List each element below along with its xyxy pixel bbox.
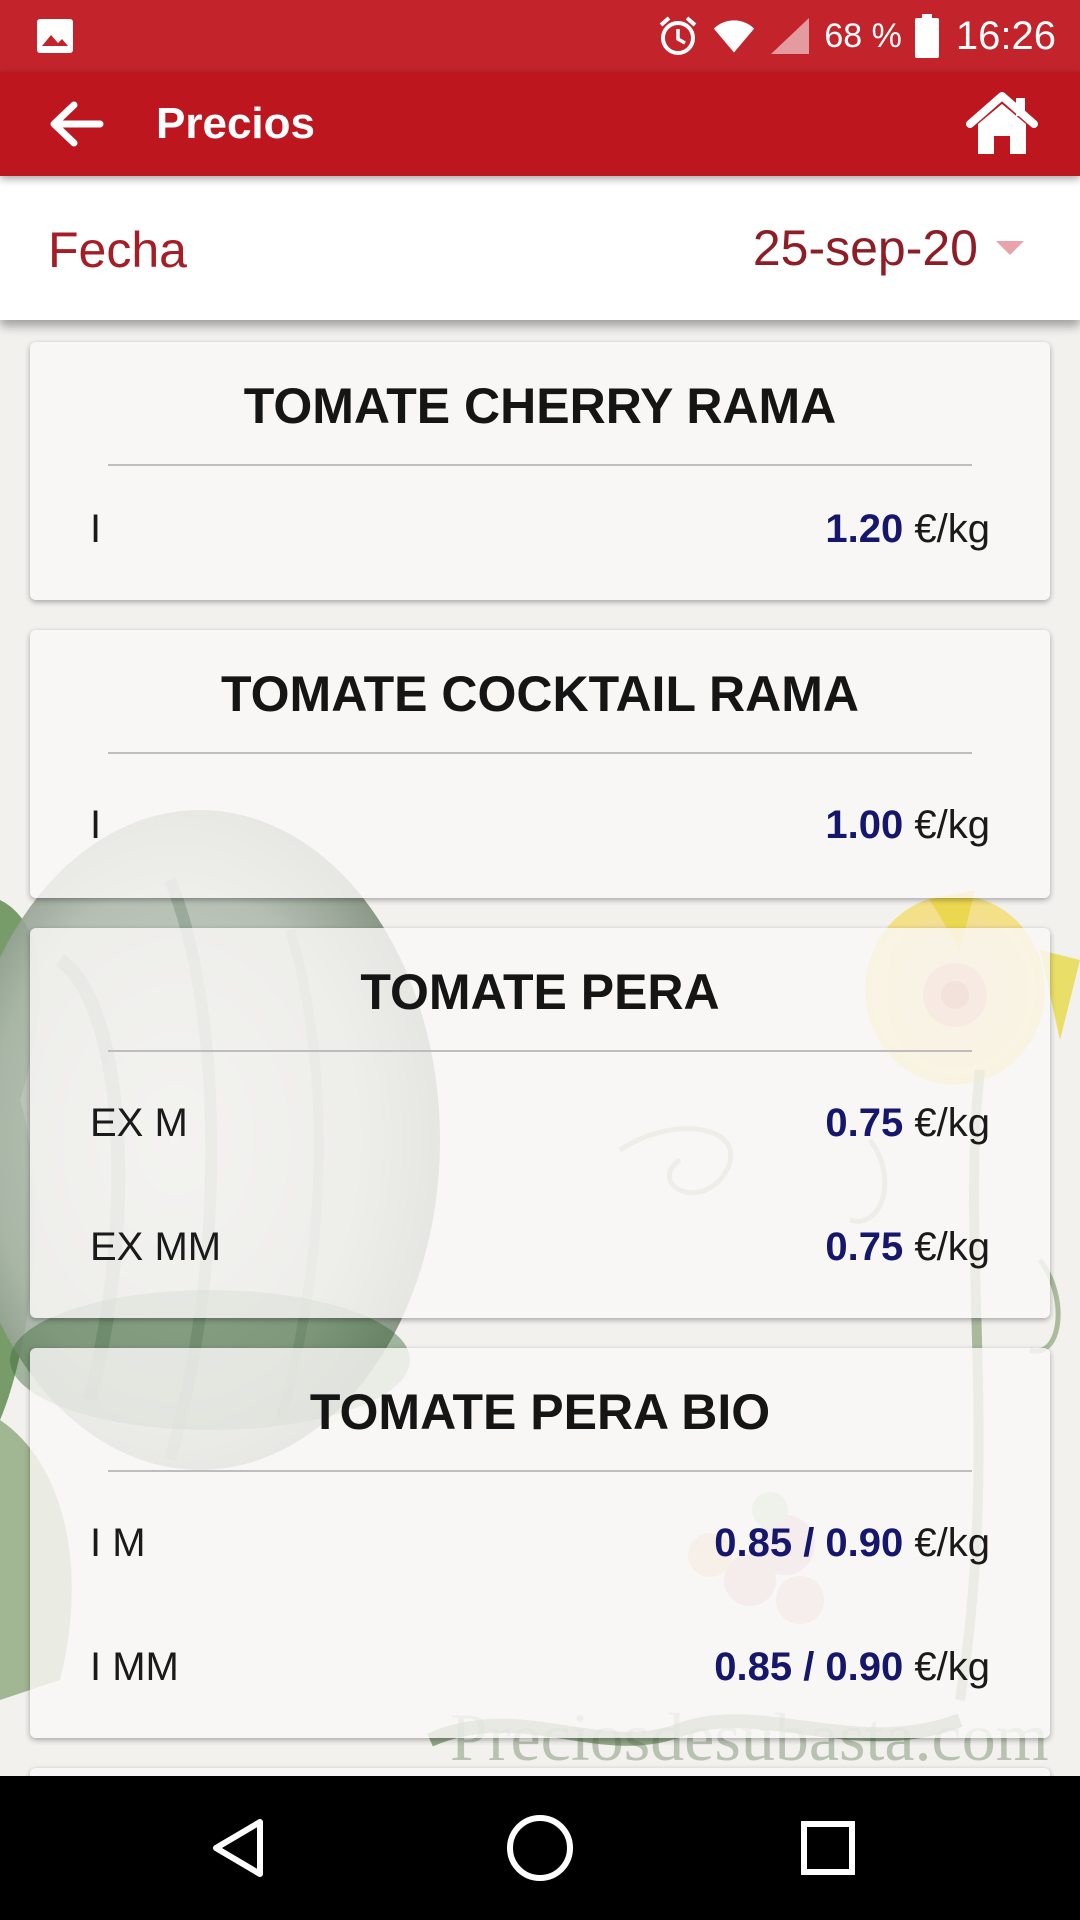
- wifi-icon: [712, 14, 756, 58]
- page-title: Precios: [156, 99, 315, 148]
- date-label: Fecha: [48, 222, 187, 278]
- recents-square-icon: [801, 1821, 855, 1875]
- product-title: TOMATE PERA BIO: [309, 1384, 771, 1440]
- price-amount: 0.85 / 0.90: [714, 1645, 904, 1689]
- product-title: TOMATE CHERRY RAMA: [243, 378, 837, 434]
- battery-icon: [914, 14, 940, 58]
- price-unit: €/kg: [903, 507, 990, 551]
- date-dropdown[interactable]: 25-sep-20: [753, 176, 1024, 320]
- caliber-label: I MM: [90, 1645, 179, 1689]
- back-button[interactable]: [44, 94, 108, 154]
- status-icons: 68 % 16:26: [656, 0, 1056, 72]
- caliber-label: EX MM: [90, 1225, 222, 1269]
- price-value: 0.85 / 0.90 €/kg: [714, 1612, 990, 1722]
- product-card: TOMATE PERA BIO I M 0.85 / 0.90 €/kg I M…: [30, 1348, 1050, 1738]
- divider: [108, 752, 972, 754]
- price-unit: €/kg: [903, 1521, 990, 1565]
- nav-recents-button[interactable]: [782, 1802, 874, 1894]
- dropdown-arrow-icon: [996, 241, 1024, 255]
- date-value: 25-sep-20: [752, 220, 978, 276]
- price-value: 0.85 / 0.90 €/kg: [714, 1488, 990, 1598]
- price-unit: €/kg: [903, 1101, 990, 1145]
- caliber-label: I M: [90, 1521, 146, 1565]
- price-row: EX MM 0.75 €/kg: [30, 1192, 1050, 1302]
- product-title: TOMATE PERA: [360, 964, 720, 1020]
- price-unit: €/kg: [903, 1645, 990, 1689]
- price-amount: 0.85 / 0.90: [714, 1521, 904, 1565]
- price-value: 0.75 €/kg: [825, 1068, 990, 1178]
- price-value: 0.75 €/kg: [825, 1192, 990, 1302]
- caliber-label: I: [90, 803, 102, 847]
- app-bar: Precios: [0, 72, 1080, 176]
- price-row: I 1.20 €/kg: [30, 474, 1050, 584]
- price-value: 1.00 €/kg: [825, 770, 990, 880]
- divider: [108, 1050, 972, 1052]
- status-bar: 68 % 16:26: [0, 0, 1080, 72]
- price-unit: €/kg: [903, 1225, 990, 1269]
- price-amount: 1.20: [825, 507, 904, 551]
- price-value: 1.20 €/kg: [825, 474, 990, 584]
- date-filter: Fecha 25-sep-20: [0, 176, 1080, 320]
- alarm-icon: [656, 14, 700, 58]
- divider: [108, 464, 972, 466]
- price-amount: 0.75: [825, 1225, 904, 1269]
- battery-percent: 68 %: [824, 16, 902, 55]
- product-card: TOMATE PERA EX M 0.75 €/kg EX MM 0.75 €/…: [30, 928, 1050, 1318]
- home-circle-icon: [507, 1815, 573, 1881]
- clock: 16:26: [955, 13, 1056, 58]
- price-amount: 1.00: [825, 803, 904, 847]
- product-card: TOMATE COCKTAIL RAMA I 1.00 €/kg: [30, 630, 1050, 898]
- price-amount: 0.75: [825, 1101, 904, 1145]
- back-triangle-icon: [213, 1819, 263, 1877]
- caliber-label: I: [90, 507, 102, 551]
- price-unit: €/kg: [903, 803, 990, 847]
- product-title: TOMATE COCKTAIL RAMA: [221, 666, 859, 722]
- product-card: [30, 1768, 1050, 1776]
- navigation-bar: [0, 1776, 1080, 1920]
- price-list[interactable]: TOMATE CHERRY RAMA I 1.20 €/kg TOMATE CO…: [0, 320, 1080, 1776]
- home-icon: [966, 92, 1038, 154]
- nav-back-button[interactable]: [194, 1802, 286, 1894]
- price-row: EX M 0.75 €/kg: [30, 1068, 1050, 1178]
- nav-home-button[interactable]: [494, 1802, 586, 1894]
- image-icon: [37, 19, 73, 53]
- price-row: I 1.00 €/kg: [30, 770, 1050, 880]
- signal-icon: [768, 14, 812, 58]
- divider: [108, 1470, 972, 1472]
- screen: Preciosdesubasta.com La mayor web de hor…: [0, 0, 1080, 1920]
- product-card: TOMATE CHERRY RAMA I 1.20 €/kg: [30, 342, 1050, 600]
- price-row: I MM 0.85 / 0.90 €/kg: [30, 1612, 1050, 1722]
- price-row: I M 0.85 / 0.90 €/kg: [30, 1488, 1050, 1598]
- arrow-left-icon: [50, 101, 104, 147]
- caliber-label: EX M: [90, 1101, 188, 1145]
- home-button[interactable]: [964, 90, 1040, 158]
